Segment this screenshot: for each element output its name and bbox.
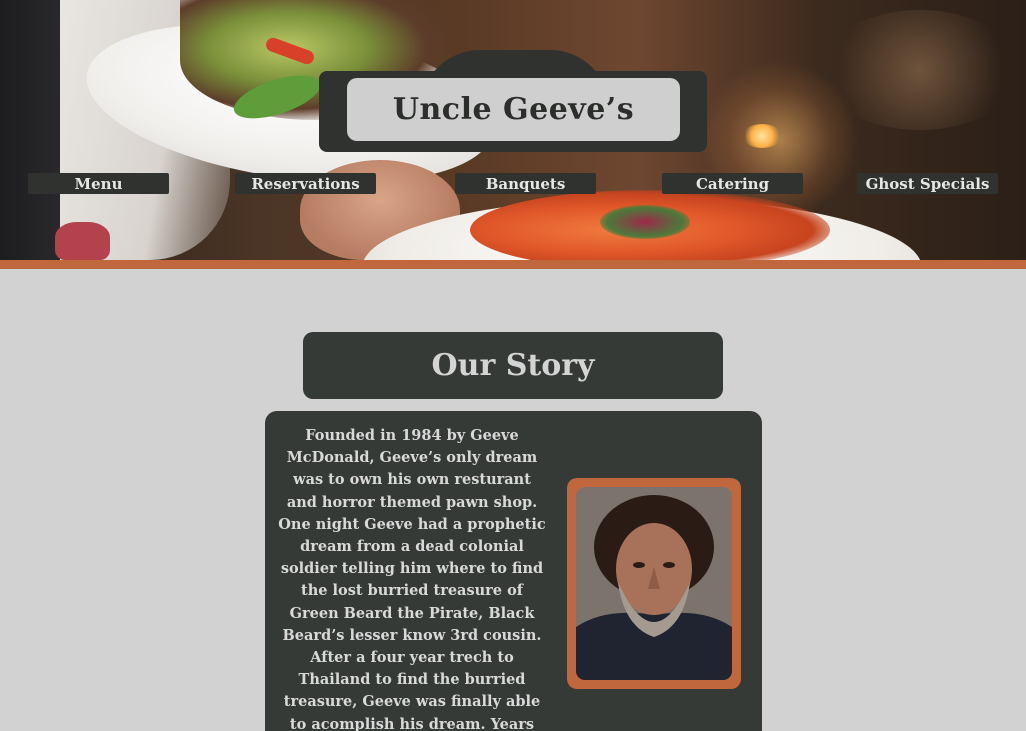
herb-garnish xyxy=(600,205,690,239)
candle-flame xyxy=(742,124,782,148)
nav-reservations-button[interactable]: Reservations xyxy=(235,173,376,194)
nav-ghost-specials-button[interactable]: Ghost Specials xyxy=(857,173,998,194)
nav-catering-button[interactable]: Catering xyxy=(662,173,803,194)
logo-link[interactable]: Uncle Geeve’s xyxy=(347,78,680,141)
brand-name: Uncle Geeve’s xyxy=(392,92,635,127)
portrait-frame xyxy=(567,478,741,689)
story-body: Founded in 1984 by Geeve McDonald, Geeve… xyxy=(278,427,546,731)
hero-divider xyxy=(0,260,1026,269)
nav-menu-button[interactable]: Menu xyxy=(28,173,169,194)
nav-banquets-button[interactable]: Banquets xyxy=(455,173,596,194)
founder-portrait xyxy=(576,487,732,680)
page: Uncle Geeve’s Menu Reservations Banquets… xyxy=(0,0,1026,731)
story-heading: Our Story xyxy=(431,348,595,383)
napkin xyxy=(55,222,110,260)
founder-portrait-illustration xyxy=(576,487,732,680)
story-heading-box: Our Story xyxy=(303,332,723,399)
story-card: Founded in 1984 by Geeve McDonald, Geeve… xyxy=(265,411,762,731)
